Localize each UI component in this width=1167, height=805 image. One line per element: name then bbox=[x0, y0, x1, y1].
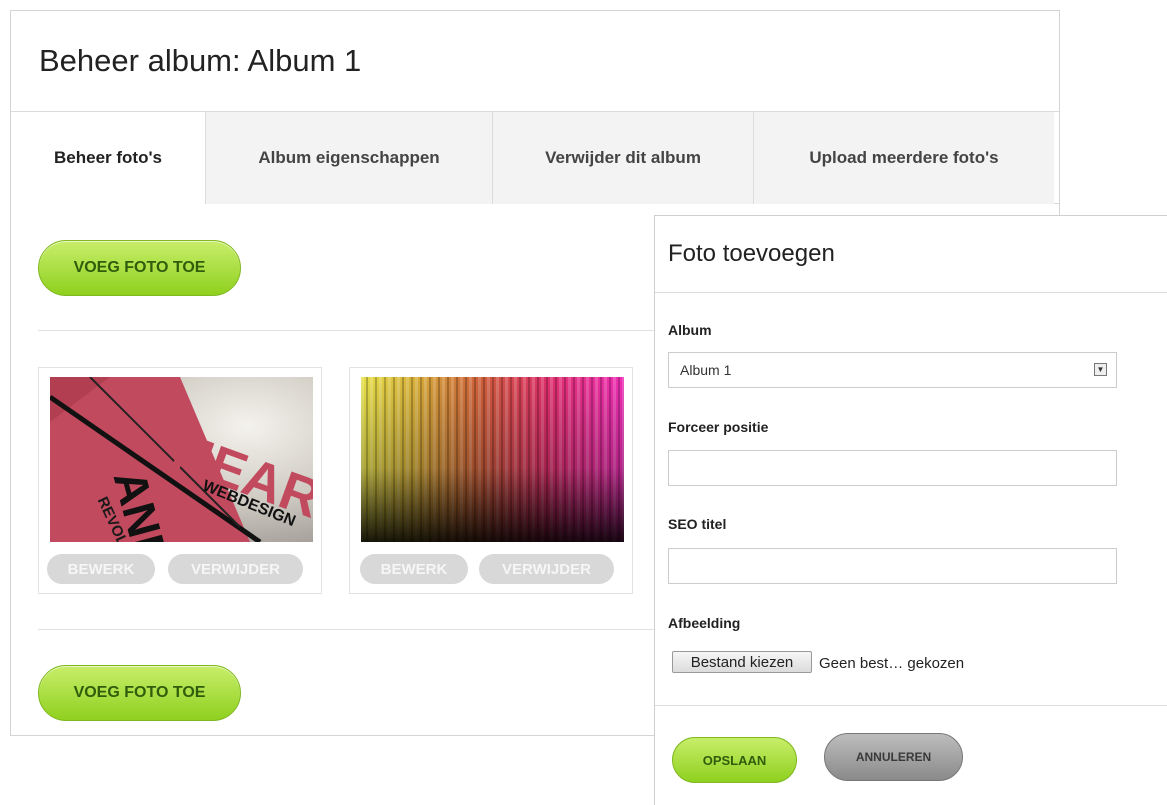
cancel-button[interactable]: ANNULEREN bbox=[824, 733, 963, 781]
save-button[interactable]: OPSLAAN bbox=[672, 737, 797, 783]
edit-photo-button[interactable]: BEWERK bbox=[47, 554, 155, 584]
choose-file-button[interactable]: Bestand kiezen bbox=[672, 651, 812, 673]
tab-bar: Beheer foto's Album eigenschappen Verwij… bbox=[11, 112, 1059, 204]
delete-photo-button[interactable]: VERWIJDER bbox=[479, 554, 614, 584]
dialog-title: Foto toevoegen bbox=[668, 240, 835, 267]
album-select-value: Album 1 bbox=[680, 362, 732, 378]
seo-title-label: SEO titel bbox=[668, 516, 727, 532]
photo-card: BEWERK VERWIJDER bbox=[349, 367, 633, 594]
page-header: Beheer album: Album 1 bbox=[11, 11, 1059, 112]
photo-thumbnail-stripes[interactable] bbox=[361, 377, 624, 542]
tab-album-properties[interactable]: Album eigenschappen bbox=[205, 112, 492, 204]
add-photo-dialog: Foto toevoegen Album Album 1 ▼ Forceer p… bbox=[654, 215, 1167, 805]
delete-photo-button[interactable]: VERWIJDER bbox=[168, 554, 303, 584]
album-label: Album bbox=[668, 322, 712, 338]
add-photo-button-bottom[interactable]: VOEG FOTO TOE bbox=[38, 665, 241, 721]
photo-card: HEART AND WEBDESIGN REVOLUTION BEWERK VE… bbox=[38, 367, 322, 594]
chevron-down-icon[interactable]: ▼ bbox=[1094, 363, 1107, 376]
seo-title-input[interactable] bbox=[668, 548, 1117, 584]
dialog-header: Foto toevoegen bbox=[655, 216, 1167, 293]
position-label: Forceer positie bbox=[668, 419, 769, 435]
page-title: Beheer album: Album 1 bbox=[39, 43, 362, 78]
tab-upload-multiple[interactable]: Upload meerdere foto's bbox=[753, 112, 1054, 204]
album-select[interactable]: Album 1 ▼ bbox=[668, 352, 1117, 388]
file-status-text: Geen best… gekozen bbox=[819, 655, 965, 672]
edit-photo-button[interactable]: BEWERK bbox=[360, 554, 468, 584]
image-label: Afbeelding bbox=[668, 615, 741, 631]
position-input[interactable] bbox=[668, 450, 1117, 486]
add-photo-button-top[interactable]: VOEG FOTO TOE bbox=[38, 240, 241, 296]
tab-delete-album[interactable]: Verwijder dit album bbox=[492, 112, 753, 204]
dialog-footer-divider bbox=[655, 705, 1167, 706]
tab-manage-photos[interactable]: Beheer foto's bbox=[11, 112, 205, 204]
photo-thumbnail-heart[interactable]: HEART AND WEBDESIGN REVOLUTION bbox=[50, 377, 313, 542]
